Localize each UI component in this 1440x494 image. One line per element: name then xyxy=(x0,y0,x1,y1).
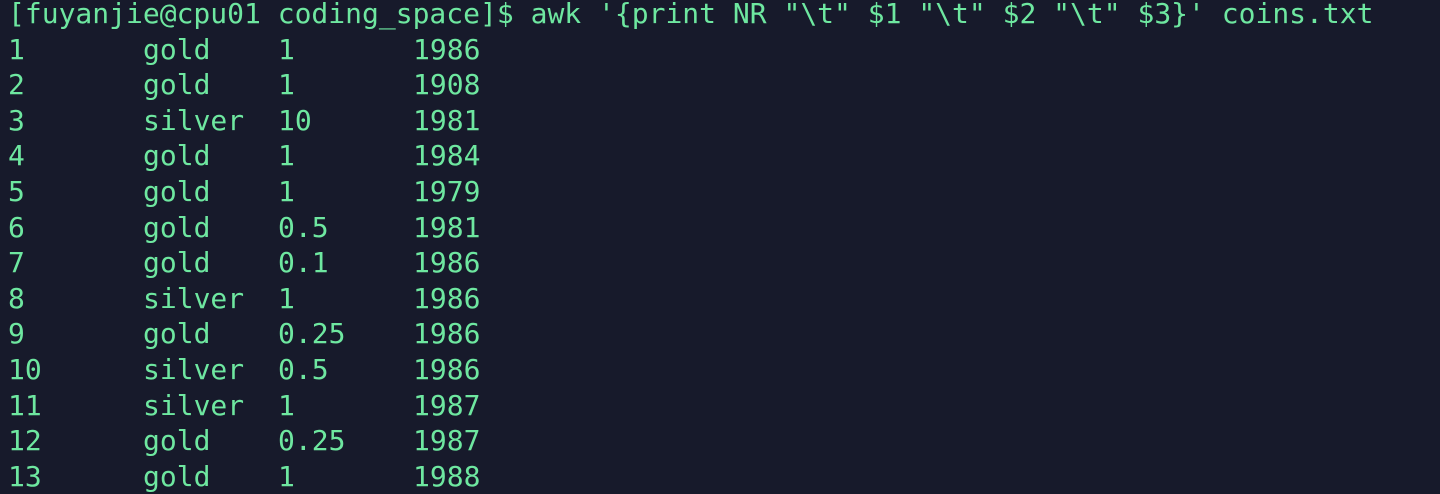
output-cell-metal: gold xyxy=(143,424,211,458)
output-row: 3 silver 10 1981 xyxy=(8,103,1440,139)
output-cell-year: 1981 xyxy=(413,103,481,137)
output-cell-metal: silver xyxy=(143,352,245,386)
output-cell-metal: gold xyxy=(143,210,211,244)
output-cell-year: 1908 xyxy=(413,68,481,102)
output-cell-weight: 1 xyxy=(278,32,295,66)
output-cell-year: 1987 xyxy=(413,388,481,422)
output-row: 9 gold 0.25 1986 xyxy=(8,316,1440,352)
output-row: 13 gold 1 1988 xyxy=(8,459,1440,494)
output-cell-row-number: 10 xyxy=(8,352,42,386)
output-cell-year: 1988 xyxy=(413,459,481,493)
output-row: 2 gold 1 1908 xyxy=(8,67,1440,103)
output-cell-year: 1986 xyxy=(413,317,481,351)
output-cell-weight: 1 xyxy=(278,459,295,493)
output-cell-year: 1986 xyxy=(413,32,481,66)
output-cell-year: 1979 xyxy=(413,174,481,208)
output-cell-row-number: 12 xyxy=(8,424,42,458)
output-cell-row-number: 11 xyxy=(8,388,42,422)
output-row: 4 gold 1 1984 xyxy=(8,138,1440,174)
output-cell-metal: gold xyxy=(143,174,211,208)
output-cell-row-number: 5 xyxy=(8,174,25,208)
output-cell-row-number: 8 xyxy=(8,281,25,315)
output-cell-year: 1986 xyxy=(413,281,481,315)
output-cell-row-number: 7 xyxy=(8,246,25,280)
output-cell-metal: silver xyxy=(143,388,245,422)
output-cell-row-number: 2 xyxy=(8,68,25,102)
output-cell-weight: 10 xyxy=(278,103,312,137)
output-cell-weight: 1 xyxy=(278,174,295,208)
output-cell-row-number: 13 xyxy=(8,459,42,493)
output-cell-metal: gold xyxy=(143,246,211,280)
output-cell-weight: 1 xyxy=(278,281,295,315)
output-cell-metal: gold xyxy=(143,139,211,173)
terminal-window[interactable]: [fuyanjie@cpu01 coding_space]$ awk '{pri… xyxy=(0,0,1440,494)
output-cell-metal: gold xyxy=(143,32,211,66)
output-cell-row-number: 6 xyxy=(8,210,25,244)
output-cell-year: 1986 xyxy=(413,246,481,280)
output-cell-row-number: 9 xyxy=(8,317,25,351)
output-cell-row-number: 1 xyxy=(8,32,25,66)
output-cell-metal: silver xyxy=(143,281,245,315)
output-cell-metal: gold xyxy=(143,68,211,102)
output-cell-year: 1987 xyxy=(413,424,481,458)
output-row: 12 gold 0.25 1987 xyxy=(8,423,1440,459)
output-cell-row-number: 4 xyxy=(8,139,25,173)
output-cell-row-number: 3 xyxy=(8,103,25,137)
output-cell-year: 1984 xyxy=(413,139,481,173)
output-row: 10 silver 0.5 1986 xyxy=(8,352,1440,388)
command-text: awk '{print NR "\t" $1 "\t" $2 "\t" $3}'… xyxy=(530,0,1374,30)
output-cell-year: 1986 xyxy=(413,352,481,386)
output-cell-weight: 1 xyxy=(278,68,295,102)
output-cell-metal: gold xyxy=(143,317,211,351)
command-line: [fuyanjie@cpu01 coding_space]$ awk '{pri… xyxy=(8,0,1440,32)
output-row: 11 silver 1 1987 xyxy=(8,388,1440,424)
output-row: 1 gold 1 1986 xyxy=(8,32,1440,68)
command-output: 1 gold 1 1986 2 gold 1 1908 3 silver 10 1981 4 gold 1 1… xyxy=(8,32,1440,494)
output-cell-weight: 0.5 xyxy=(278,210,329,244)
output-cell-weight: 0.1 xyxy=(278,246,329,280)
output-cell-weight: 0.25 xyxy=(278,424,346,458)
output-row: 5 gold 1 1979 xyxy=(8,174,1440,210)
output-cell-weight: 1 xyxy=(278,388,295,422)
shell-prompt: [fuyanjie@cpu01 coding_space]$ xyxy=(8,0,514,30)
output-cell-weight: 0.5 xyxy=(278,352,329,386)
output-cell-year: 1981 xyxy=(413,210,481,244)
output-cell-weight: 0.25 xyxy=(278,317,346,351)
output-row: 8 silver 1 1986 xyxy=(8,281,1440,317)
output-cell-weight: 1 xyxy=(278,139,295,173)
output-row: 7 gold 0.1 1986 xyxy=(8,245,1440,281)
output-row: 6 gold 0.5 1981 xyxy=(8,210,1440,246)
output-cell-metal: gold xyxy=(143,459,211,493)
output-cell-metal: silver xyxy=(143,103,245,137)
